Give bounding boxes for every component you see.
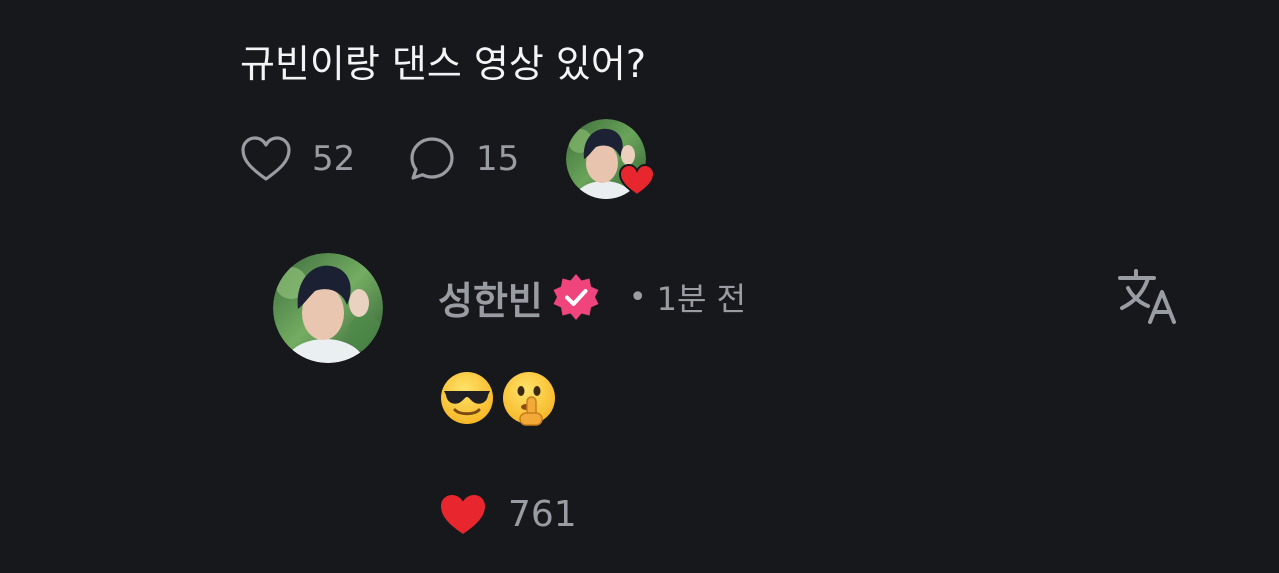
like-button[interactable]: 52: [240, 135, 408, 183]
translate-icon[interactable]: [1114, 266, 1184, 326]
reply-like-count: 761: [508, 493, 577, 535]
heart-filled-icon: [441, 495, 485, 534]
post-text: 규빈이랑 댄스 영상 있어?: [240, 42, 647, 86]
post-comment-thread: 규빈이랑 댄스 영상 있어? 52 15 성한빈 • 1분 전 761: [0, 0, 1279, 573]
comment-button[interactable]: 15: [408, 135, 566, 183]
post-actions: 52 15: [240, 119, 656, 199]
shushing-face-icon: [503, 372, 555, 426]
comment-bubble-icon: [410, 137, 454, 180]
verified-badge-icon: [553, 274, 599, 320]
smiling-face-with-sunglasses-icon: [441, 372, 493, 424]
dot-separator: •: [628, 279, 647, 315]
comment-count: 15: [476, 139, 520, 179]
heart-filled-icon: [618, 163, 656, 197]
heart-outline-icon: [241, 136, 291, 181]
reply-emoji-body: [438, 368, 562, 428]
creator-liked-avatar[interactable]: [566, 119, 656, 199]
reply-author-avatar[interactable]: [273, 253, 383, 363]
reply-author-name[interactable]: 성한빈: [438, 270, 543, 325]
reply-timestamp: 1분 전: [656, 280, 747, 318]
like-count: 52: [312, 139, 356, 179]
reply-like-button[interactable]: 761: [438, 488, 577, 540]
reply-header: 성한빈 • 1분 전: [438, 266, 746, 328]
